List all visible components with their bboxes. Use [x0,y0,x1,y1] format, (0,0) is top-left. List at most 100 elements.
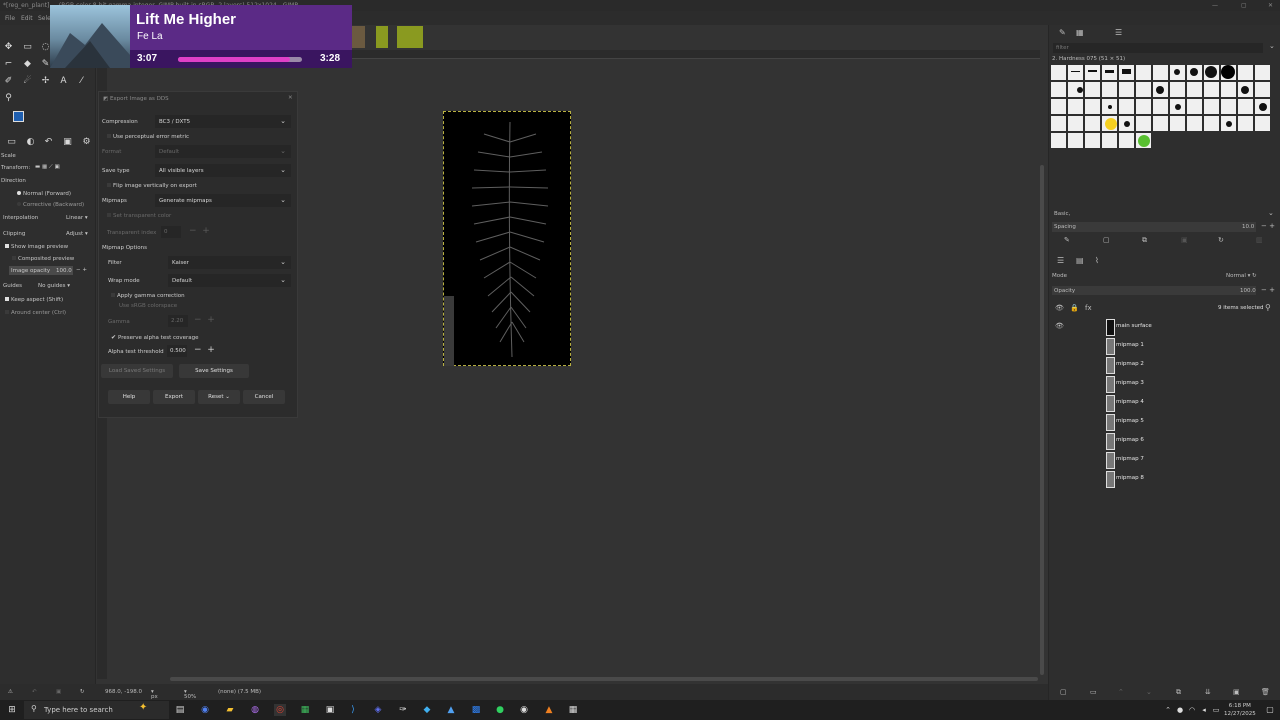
layer-row[interactable]: mipmap 4 [1104,394,1274,412]
wrap-mode-select[interactable]: Default ⌄ [168,274,291,287]
layers-tab-icon[interactable]: ☰ [1057,256,1064,265]
cancel-button[interactable]: Cancel [243,390,285,404]
zoom-select[interactable]: 50% ▾ [184,689,196,700]
gimp-taskbar-icon[interactable]: ▦ [567,704,579,716]
layer-mask-icon[interactable]: ▣ [1233,688,1240,696]
compression-select[interactable]: BC3 / DXT5 ⌄ [155,115,291,128]
visibility-header-icon[interactable]: 👁 [1055,304,1064,312]
undo-history-tab-icon[interactable]: ↶ [43,137,54,148]
direction-forward-radio[interactable]: Normal (Forward) [17,191,71,197]
app-icon[interactable]: ◍ [249,704,261,716]
gamma-correction-checkbox[interactable]: Apply gamma correction [111,293,185,299]
edit-brush-icon[interactable]: ✎ [1064,236,1070,244]
menu-edit[interactable]: Edit [21,15,33,22]
delete-layer-icon[interactable]: 🗑 [1261,688,1270,696]
new-brush-icon[interactable]: ▢ [1103,236,1110,244]
wifi-icon[interactable]: ◠ [1186,704,1198,716]
layer-row[interactable]: mipmap 7 [1104,451,1274,469]
taskbar-search[interactable]: ⚲ Type here to search ✦ [24,701,169,719]
transparent-index-stepper[interactable]: − + [189,226,210,236]
opacity-stepper[interactable]: − + [1261,286,1275,294]
export-button[interactable]: Export [153,390,195,404]
app-icon[interactable]: ◆ [421,704,433,716]
brushes-tab-icon[interactable]: ✎ [1059,28,1066,37]
composited-preview-checkbox[interactable]: Composited preview [12,256,74,262]
warning-icon[interactable]: ⚠ [8,689,13,695]
app-icon[interactable]: ◉ [518,704,530,716]
image-opacity-stepper[interactable]: − + [76,267,87,273]
app-icon[interactable]: ▲ [445,704,457,716]
undo-icon[interactable]: ↶ [32,689,37,695]
duplicate-layer-icon[interactable]: ⧉ [1176,688,1181,697]
layer-row[interactable]: mipmap 6 [1104,432,1274,450]
tool-options-tab-icon[interactable]: ▭ [6,137,17,148]
image-opacity-slider[interactable]: Image opacity 100.0 [9,266,73,275]
spacing-stepper[interactable]: − + [1261,222,1275,230]
srgb-checkbox[interactable]: Use sRGB colorspace [119,303,177,309]
dialog-close-icon[interactable]: ✕ [288,95,293,101]
show-preview-checkbox[interactable]: Show image preview [5,244,68,250]
reset-button[interactable]: Reset ⌄ [198,390,240,404]
new-group-icon[interactable]: ▭ [1090,688,1097,696]
image-tab-thumb-3[interactable] [397,26,423,48]
flip-checkbox[interactable]: Flip image vertically on export [107,183,197,189]
speaker-icon[interactable]: ◂ [1198,704,1210,716]
app-icon[interactable]: ◈ [372,704,384,716]
windows-start-icon[interactable]: ⊞ [6,704,18,716]
paintbrush-tool-icon[interactable]: ✐ [3,76,14,87]
duplicate-brush-icon[interactable]: ⧉ [1142,236,1147,245]
reset-view-icon[interactable]: ↻ [80,689,85,695]
brush-tag-select[interactable]: Basic, ⌄ [1052,209,1278,219]
filter-select[interactable]: Kaiser ⌄ [168,256,291,269]
layer-row[interactable]: mipmap 3 [1104,375,1274,393]
text-tool-icon[interactable]: A [58,76,69,87]
merge-layer-icon[interactable]: ⇊ [1205,688,1211,696]
alpha-threshold-field[interactable]: 0.500 [167,345,187,357]
app-icon[interactable]: ▣ [324,704,336,716]
brush-filter-input[interactable]: filter [1053,43,1263,53]
save-type-select[interactable]: All visible layers ⌄ [155,164,291,177]
layer-row[interactable]: mipmap 1 [1104,337,1274,355]
unit-select[interactable]: px ▾ [151,689,158,700]
refresh-brushes-icon[interactable]: ↻ [1218,236,1224,244]
image-tab-thumb-2[interactable] [376,26,388,48]
mode-select[interactable]: Normal ▾ ↻ [1226,273,1257,279]
maximize-button[interactable]: ▢ [1241,2,1247,9]
dock-menu-chevron-icon[interactable]: ⌄ [1269,42,1275,50]
color-picker-tool-icon[interactable]: ⁄ [76,76,87,87]
keep-aspect-checkbox[interactable]: Keep aspect (Shift) [5,297,63,303]
notifications-icon[interactable]: ▢ [1264,704,1276,716]
paths-tab-icon[interactable]: ⌇ [1095,256,1099,265]
layer-row[interactable]: mipmap 8 [1104,470,1274,488]
zoom-tool-icon[interactable]: ⚲ [3,93,14,104]
minimize-button[interactable]: — [1212,2,1218,9]
app-icon[interactable]: ▲ [543,704,555,716]
interpolation-select[interactable]: Linear ▾ [66,215,88,221]
microphone-icon[interactable]: ● [1174,704,1186,716]
layer-row[interactable]: mipmap 5 [1104,413,1274,431]
effects-icon[interactable]: fx [1085,304,1092,312]
lower-layer-icon[interactable]: ⌄ [1146,688,1152,696]
smudge-tool-icon[interactable]: ☄ [22,76,33,87]
brush-grid[interactable] [1050,64,1272,154]
tray-chevron-icon[interactable]: ⌃ [1162,704,1174,716]
chrome-icon[interactable]: ◎ [274,704,286,716]
gamma-field[interactable]: 2.20 [168,315,188,327]
spacing-slider[interactable]: Spacing 10.0 [1052,222,1256,232]
channels-tab-icon[interactable]: ▤ [1076,256,1084,265]
layer-row[interactable]: mipmap 2 [1104,356,1274,374]
foreground-color-swatch[interactable] [13,111,24,122]
app-icon[interactable]: ✑ [397,704,409,716]
guides-select[interactable]: No guides ▾ [38,283,70,289]
transparent-index-field[interactable]: 0 [161,226,181,238]
close-button[interactable]: ✕ [1268,2,1273,9]
opacity-slider[interactable]: Opacity 100.0 [1052,286,1256,295]
bucket-fill-tool-icon[interactable]: ◆ [22,59,33,70]
perceptual-checkbox[interactable]: Use perceptual error metric [107,134,189,140]
move-tool-icon[interactable]: ✥ [3,42,14,53]
vertical-scrollbar[interactable] [1040,165,1044,675]
format-select[interactable]: Default ⌄ [155,145,291,158]
new-layer-icon[interactable]: ▢ [1060,688,1067,696]
app-icon[interactable]: ▩ [470,704,482,716]
document-history-tab-icon[interactable]: ☰ [1115,28,1122,37]
